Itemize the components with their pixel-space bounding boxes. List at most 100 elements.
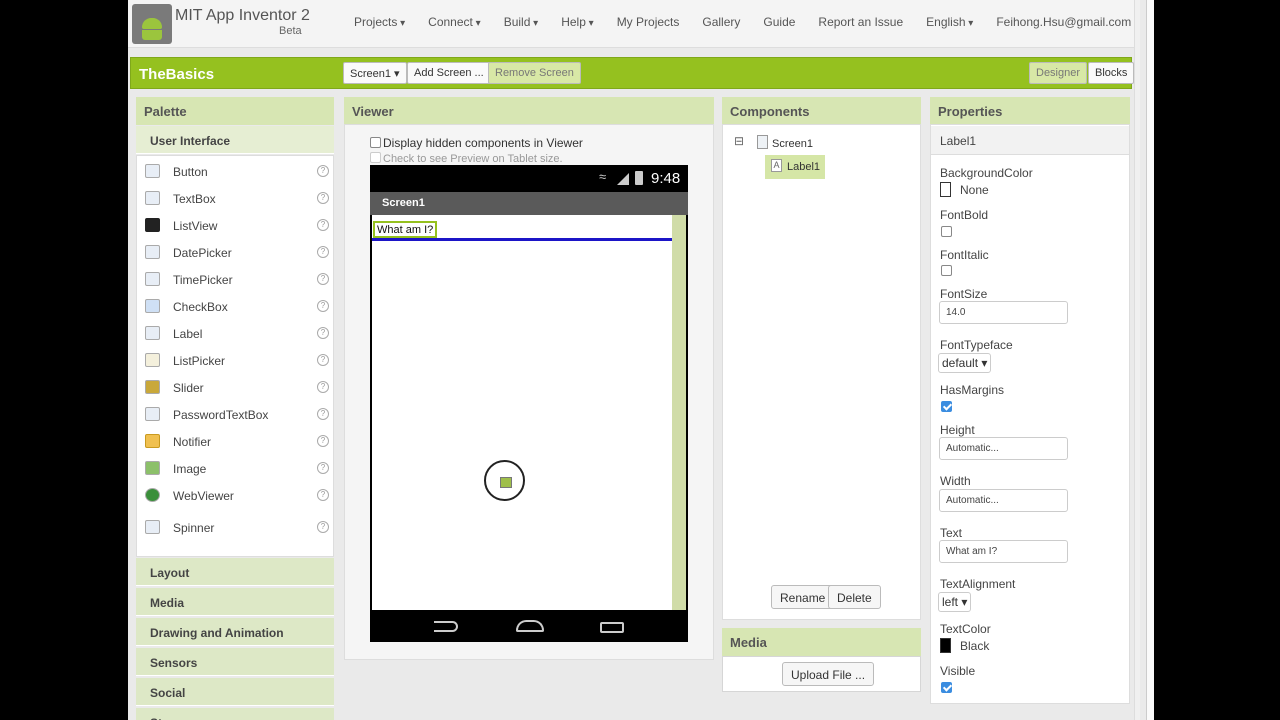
nav-report-issue[interactable]: Report an Issue (818, 15, 903, 29)
palette-item-textbox[interactable]: TextBox? (137, 189, 333, 209)
palette-item-listview[interactable]: ListView? (137, 216, 333, 236)
nav-build[interactable]: Build (504, 15, 539, 29)
help-icon[interactable]: ? (317, 246, 329, 258)
visible-checkbox[interactable] (941, 682, 952, 693)
label1-preview[interactable]: What am I? (373, 221, 438, 238)
help-icon[interactable]: ? (317, 219, 329, 231)
app-inventor-logo-icon[interactable] (132, 4, 172, 44)
palette-category-media[interactable]: Media (136, 588, 334, 616)
webviewer-icon (145, 488, 160, 502)
palette-item-listpicker[interactable]: ListPicker? (137, 351, 333, 371)
prop-textcolor-value[interactable]: Black (960, 639, 989, 653)
palette-category-social[interactable]: Social (136, 678, 334, 706)
collapse-toggle-icon[interactable]: ⊟ (734, 134, 744, 148)
help-icon[interactable]: ? (317, 165, 329, 177)
palette-category-drawing-animation[interactable]: Drawing and Animation (136, 618, 334, 646)
palette-item-slider[interactable]: Slider? (137, 378, 333, 398)
help-icon[interactable]: ? (317, 327, 329, 339)
palette-list: Button? TextBox? ListView? DatePicker? T… (136, 155, 334, 557)
help-icon[interactable]: ? (317, 273, 329, 285)
fontitalic-checkbox[interactable] (941, 265, 952, 276)
back-icon[interactable] (434, 621, 458, 632)
palette-item-spinner[interactable]: Spinner? (137, 518, 333, 538)
phone-status-bar: ≈ 9:48 (370, 165, 688, 192)
nav-my-projects[interactable]: My Projects (617, 15, 680, 29)
screen-select[interactable]: Screen1 ▾ (343, 62, 407, 84)
hasmargins-checkbox[interactable] (941, 401, 952, 412)
tree-screen1[interactable]: Screen1 (772, 138, 813, 150)
nav-guide[interactable]: Guide (763, 15, 795, 29)
nav-projects[interactable]: Projects (354, 15, 405, 29)
nav-connect[interactable]: Connect (428, 15, 481, 29)
home-icon[interactable] (516, 620, 544, 632)
blocks-button[interactable]: Blocks (1088, 62, 1135, 84)
textalignment-select[interactable]: left ▾ (938, 592, 972, 612)
adjacent-window-edge (1146, 0, 1154, 720)
designer-button[interactable]: Designer (1029, 62, 1088, 84)
help-icon[interactable]: ? (317, 354, 329, 366)
palette-category-sensors[interactable]: Sensors (136, 648, 334, 676)
tablet-preview-checkbox[interactable]: Check to see Preview on Tablet size. (370, 152, 563, 165)
help-icon[interactable]: ? (317, 462, 329, 474)
remove-screen-button[interactable]: Remove Screen (488, 62, 581, 84)
prop-fontsize-label: FontSize (940, 287, 988, 301)
backgroundcolor-swatch[interactable] (940, 182, 951, 197)
palette-item-checkbox[interactable]: CheckBox? (137, 297, 333, 317)
tree-label1-selected[interactable]: A Label1 (765, 155, 825, 179)
label-icon: A (771, 159, 782, 172)
prop-hasmargins-label: HasMargins (940, 383, 1005, 397)
fontsize-input[interactable]: 14.0 (939, 301, 1068, 324)
palette-item-webviewer[interactable]: WebViewer? (137, 486, 333, 506)
palette-header: Palette (136, 97, 334, 125)
palette-item-image[interactable]: Image? (137, 459, 333, 479)
upload-file-button[interactable]: Upload File ... (782, 662, 875, 686)
help-icon[interactable]: ? (317, 435, 329, 447)
fontbold-checkbox[interactable] (941, 226, 952, 237)
help-icon[interactable]: ? (317, 489, 329, 501)
palette-item-label[interactable]: Label? (137, 324, 333, 344)
palette-section-user-interface[interactable]: User Interface (136, 126, 334, 154)
help-icon[interactable]: ? (317, 300, 329, 312)
nav-account[interactable]: Feihong.Hsu@gmail.com (996, 15, 1139, 29)
palette-item-button[interactable]: Button? (137, 162, 333, 182)
prop-fonttypeface-label: FontTypeface (940, 338, 1013, 352)
phone-nav-bar (370, 612, 688, 642)
help-icon[interactable]: ? (317, 192, 329, 204)
components-header: Components (722, 97, 921, 125)
help-icon[interactable]: ? (317, 521, 329, 533)
timepicker-icon (145, 272, 160, 286)
delete-button[interactable]: Delete (828, 585, 881, 609)
width-input[interactable]: Automatic... (939, 489, 1068, 512)
nav-gallery[interactable]: Gallery (702, 15, 740, 29)
recents-icon[interactable] (600, 622, 624, 633)
text-input[interactable]: What am I? (939, 540, 1068, 563)
nav-help[interactable]: Help (561, 15, 594, 29)
help-icon[interactable]: ? (317, 408, 329, 420)
palette-item-datepicker[interactable]: DatePicker? (137, 243, 333, 263)
notifier-icon (145, 434, 160, 448)
height-input[interactable]: Automatic... (939, 437, 1068, 460)
palette-item-timepicker[interactable]: TimePicker? (137, 270, 333, 290)
cursor-highlight-icon (484, 460, 525, 501)
rename-button[interactable]: Rename (771, 585, 835, 609)
textbox-icon (145, 191, 160, 205)
screen-icon (757, 135, 768, 149)
prop-text-label: Text (940, 526, 963, 540)
palette-category-storage[interactable]: St (136, 708, 334, 720)
phone-screen[interactable]: What am I? (372, 215, 672, 610)
label-icon (145, 326, 160, 340)
viewer-header: Viewer (344, 97, 714, 125)
page-scrollbar[interactable] (1134, 0, 1140, 720)
palette-category-layout[interactable]: Layout (136, 558, 334, 586)
palette-item-passwordtextbox[interactable]: PasswordTextBox? (137, 405, 333, 425)
textcolor-swatch[interactable] (940, 638, 951, 653)
divider-line (372, 238, 672, 241)
fonttypeface-select[interactable]: default ▾ (938, 353, 992, 373)
help-icon[interactable]: ? (317, 381, 329, 393)
palette-item-notifier[interactable]: Notifier? (137, 432, 333, 452)
prop-backgroundcolor-value[interactable]: None (960, 183, 989, 197)
prop-backgroundcolor-label: BackgroundColor (940, 166, 1033, 180)
add-screen-button[interactable]: Add Screen ... (407, 62, 491, 84)
show-hidden-checkbox[interactable]: Display hidden components in Viewer (370, 136, 583, 150)
nav-language[interactable]: English (926, 15, 973, 29)
